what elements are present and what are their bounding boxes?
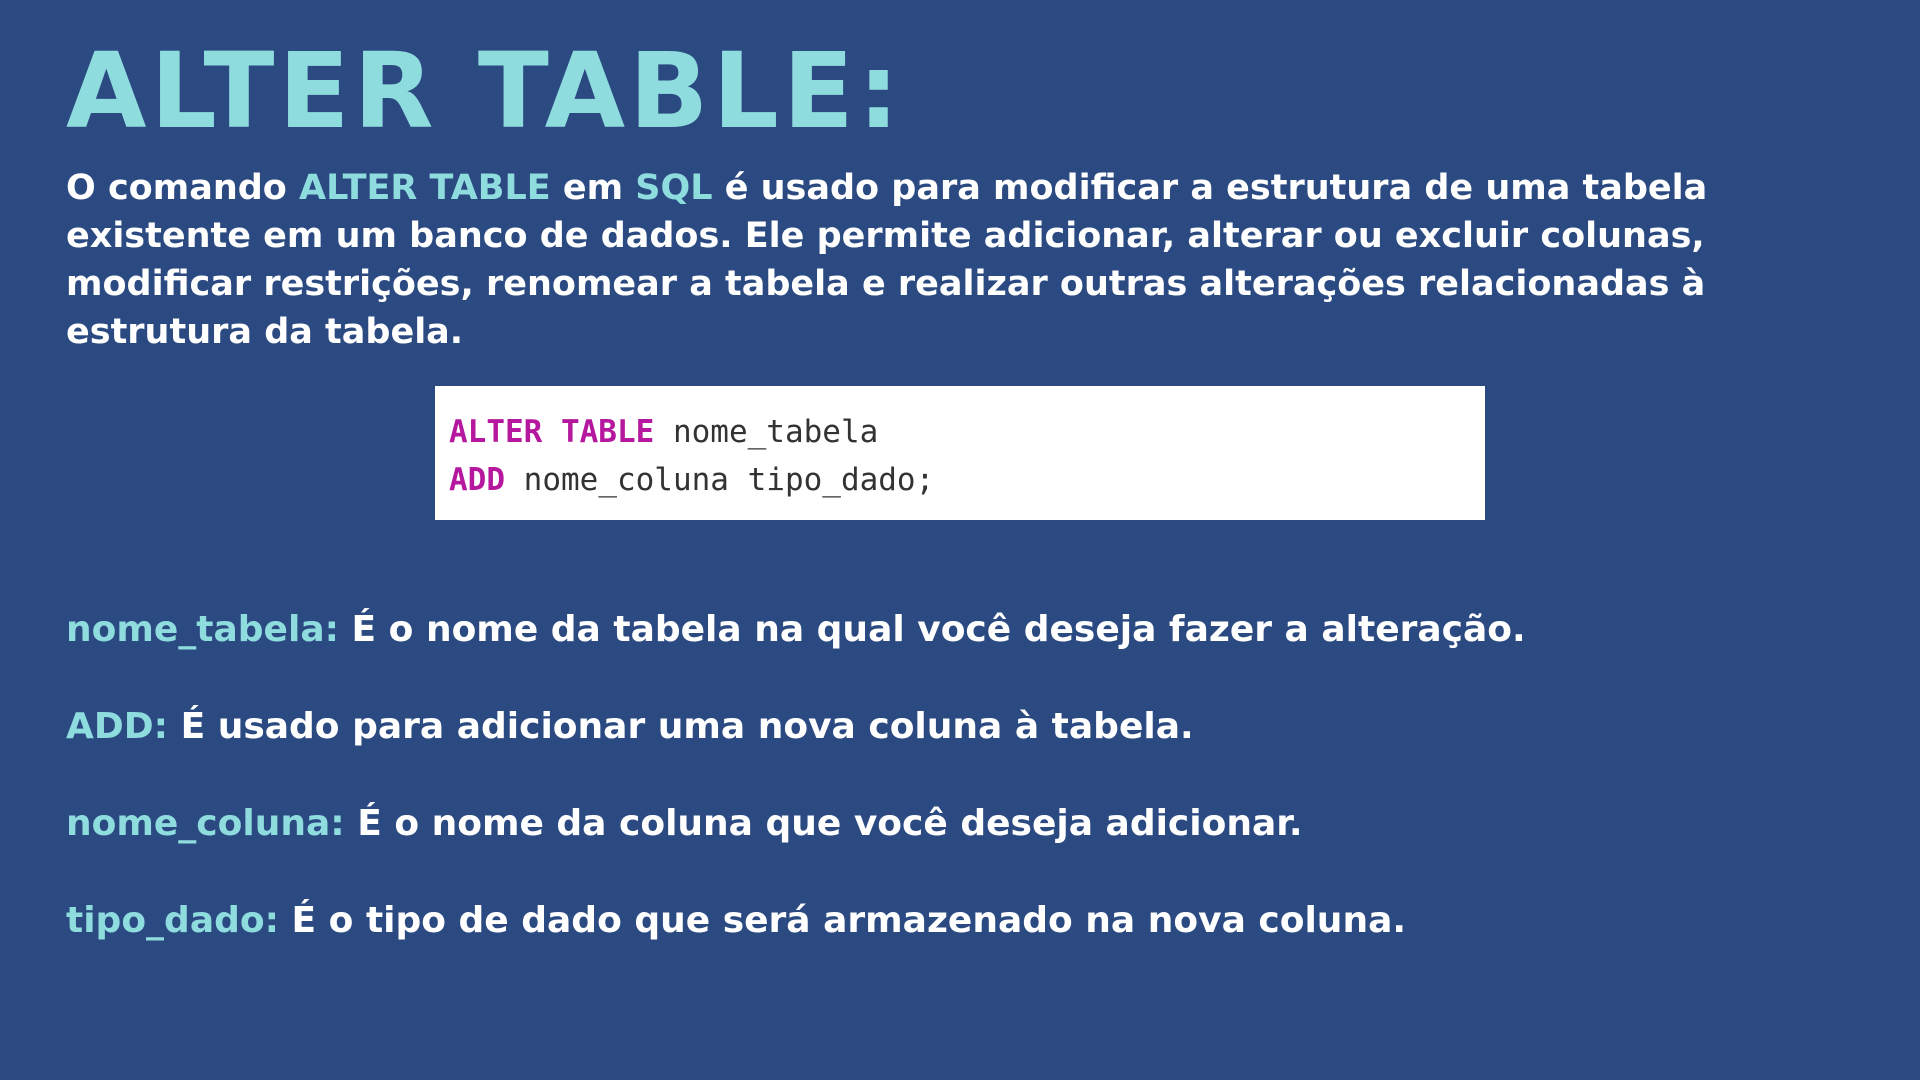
code-line-1-rest: nome_tabela [654, 414, 879, 450]
definition-add: ADD: É usado para adicionar uma nova col… [66, 703, 1846, 751]
code-line-2: ADD nome_coluna tipo_dado; [449, 456, 1485, 504]
definition-term: tipo_dado: [66, 900, 280, 941]
code-line-2-rest: nome_coluna tipo_dado; [505, 462, 935, 498]
code-keyword-add: ADD [449, 462, 505, 498]
definition-term: ADD: [66, 706, 169, 747]
definition-text: É o tipo de dado que será armazenado na … [279, 900, 1407, 941]
definition-text: É usado para adicionar uma nova coluna à… [168, 706, 1194, 747]
definition-nome-coluna: nome_coluna: É o nome da coluna que você… [66, 800, 1846, 848]
intro-highlight-sql: SQL [635, 168, 713, 208]
definition-term: nome_tabela: [66, 609, 340, 650]
intro-text-2: em [550, 168, 636, 208]
slide-title: ALTER TABLE: [66, 30, 904, 152]
definition-text: É o nome da coluna que você deseja adici… [344, 803, 1303, 844]
intro-paragraph: O comando ALTER TABLE em SQL é usado par… [66, 164, 1806, 356]
code-keyword-alter-table: ALTER TABLE [449, 414, 655, 450]
definitions-list: nome_tabela: É o nome da tabela na qual … [66, 606, 1846, 994]
definition-text: É o nome da tabela na qual você deseja f… [339, 609, 1526, 650]
slide: ALTER TABLE: O comando ALTER TABLE em SQ… [0, 0, 1920, 1080]
definition-nome-tabela: nome_tabela: É o nome da tabela na qual … [66, 606, 1846, 654]
code-block: ALTER TABLE nome_tabela ADD nome_coluna t… [435, 386, 1485, 520]
definition-term: nome_coluna: [66, 803, 345, 844]
intro-text-1: O comando [66, 168, 300, 208]
intro-highlight-alter-table: ALTER TABLE [299, 168, 551, 208]
code-line-1: ALTER TABLE nome_tabela [449, 408, 1485, 456]
definition-tipo-dado: tipo_dado: É o tipo de dado que será arm… [66, 897, 1846, 945]
